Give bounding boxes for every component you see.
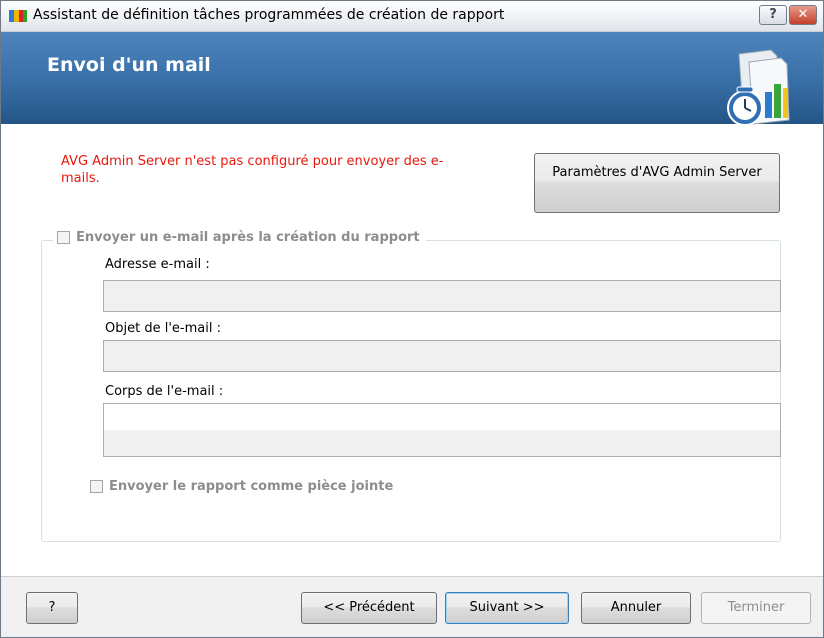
subject-label: Objet de l'e-mail : [105, 321, 221, 336]
address-label: Adresse e-mail : [105, 257, 210, 272]
title-bar: Assistant de définition tâches programmé… [1, 1, 823, 32]
attach-report-checkbox[interactable] [90, 480, 103, 493]
close-button[interactable]: ✕ [789, 5, 817, 25]
not-configured-warning: AVG Admin Server n'est pas configuré pou… [61, 154, 444, 186]
title-help-button[interactable]: ? [759, 5, 787, 25]
avg-app-icon [9, 10, 27, 22]
finish-button[interactable]: Terminer [701, 592, 811, 624]
send-email-checkbox-label: Envoyer un e-mail après la création du r… [76, 230, 420, 245]
help-button[interactable]: ? [26, 592, 78, 624]
window-title: Assistant de définition tâches programmé… [33, 7, 505, 23]
body-label: Corps de l'e-mail : [105, 384, 224, 399]
admin-server-settings-button[interactable]: Paramètres d'AVG Admin Server [534, 153, 780, 213]
cancel-button[interactable]: Annuler [581, 592, 691, 624]
next-button[interactable]: Suivant >> [445, 592, 569, 624]
email-body-textarea[interactable] [103, 403, 781, 457]
send-email-checkbox[interactable] [57, 231, 70, 244]
page-title: Envoi d'un mail [47, 54, 211, 76]
previous-button[interactable]: << Précédent [301, 592, 437, 624]
attach-report-row[interactable]: Envoyer le rapport comme pièce jointe [90, 479, 393, 494]
header-banner: Envoi d'un mail [1, 32, 823, 126]
report-schedule-icon [727, 49, 790, 126]
wizard-window: Assistant de définition tâches programmé… [0, 0, 824, 638]
attach-report-label: Envoyer le rapport comme pièce jointe [109, 479, 394, 494]
email-address-input[interactable] [103, 280, 781, 312]
email-subject-input[interactable] [103, 340, 781, 372]
send-email-checkbox-row[interactable]: Envoyer un e-mail après la création du r… [53, 230, 426, 250]
